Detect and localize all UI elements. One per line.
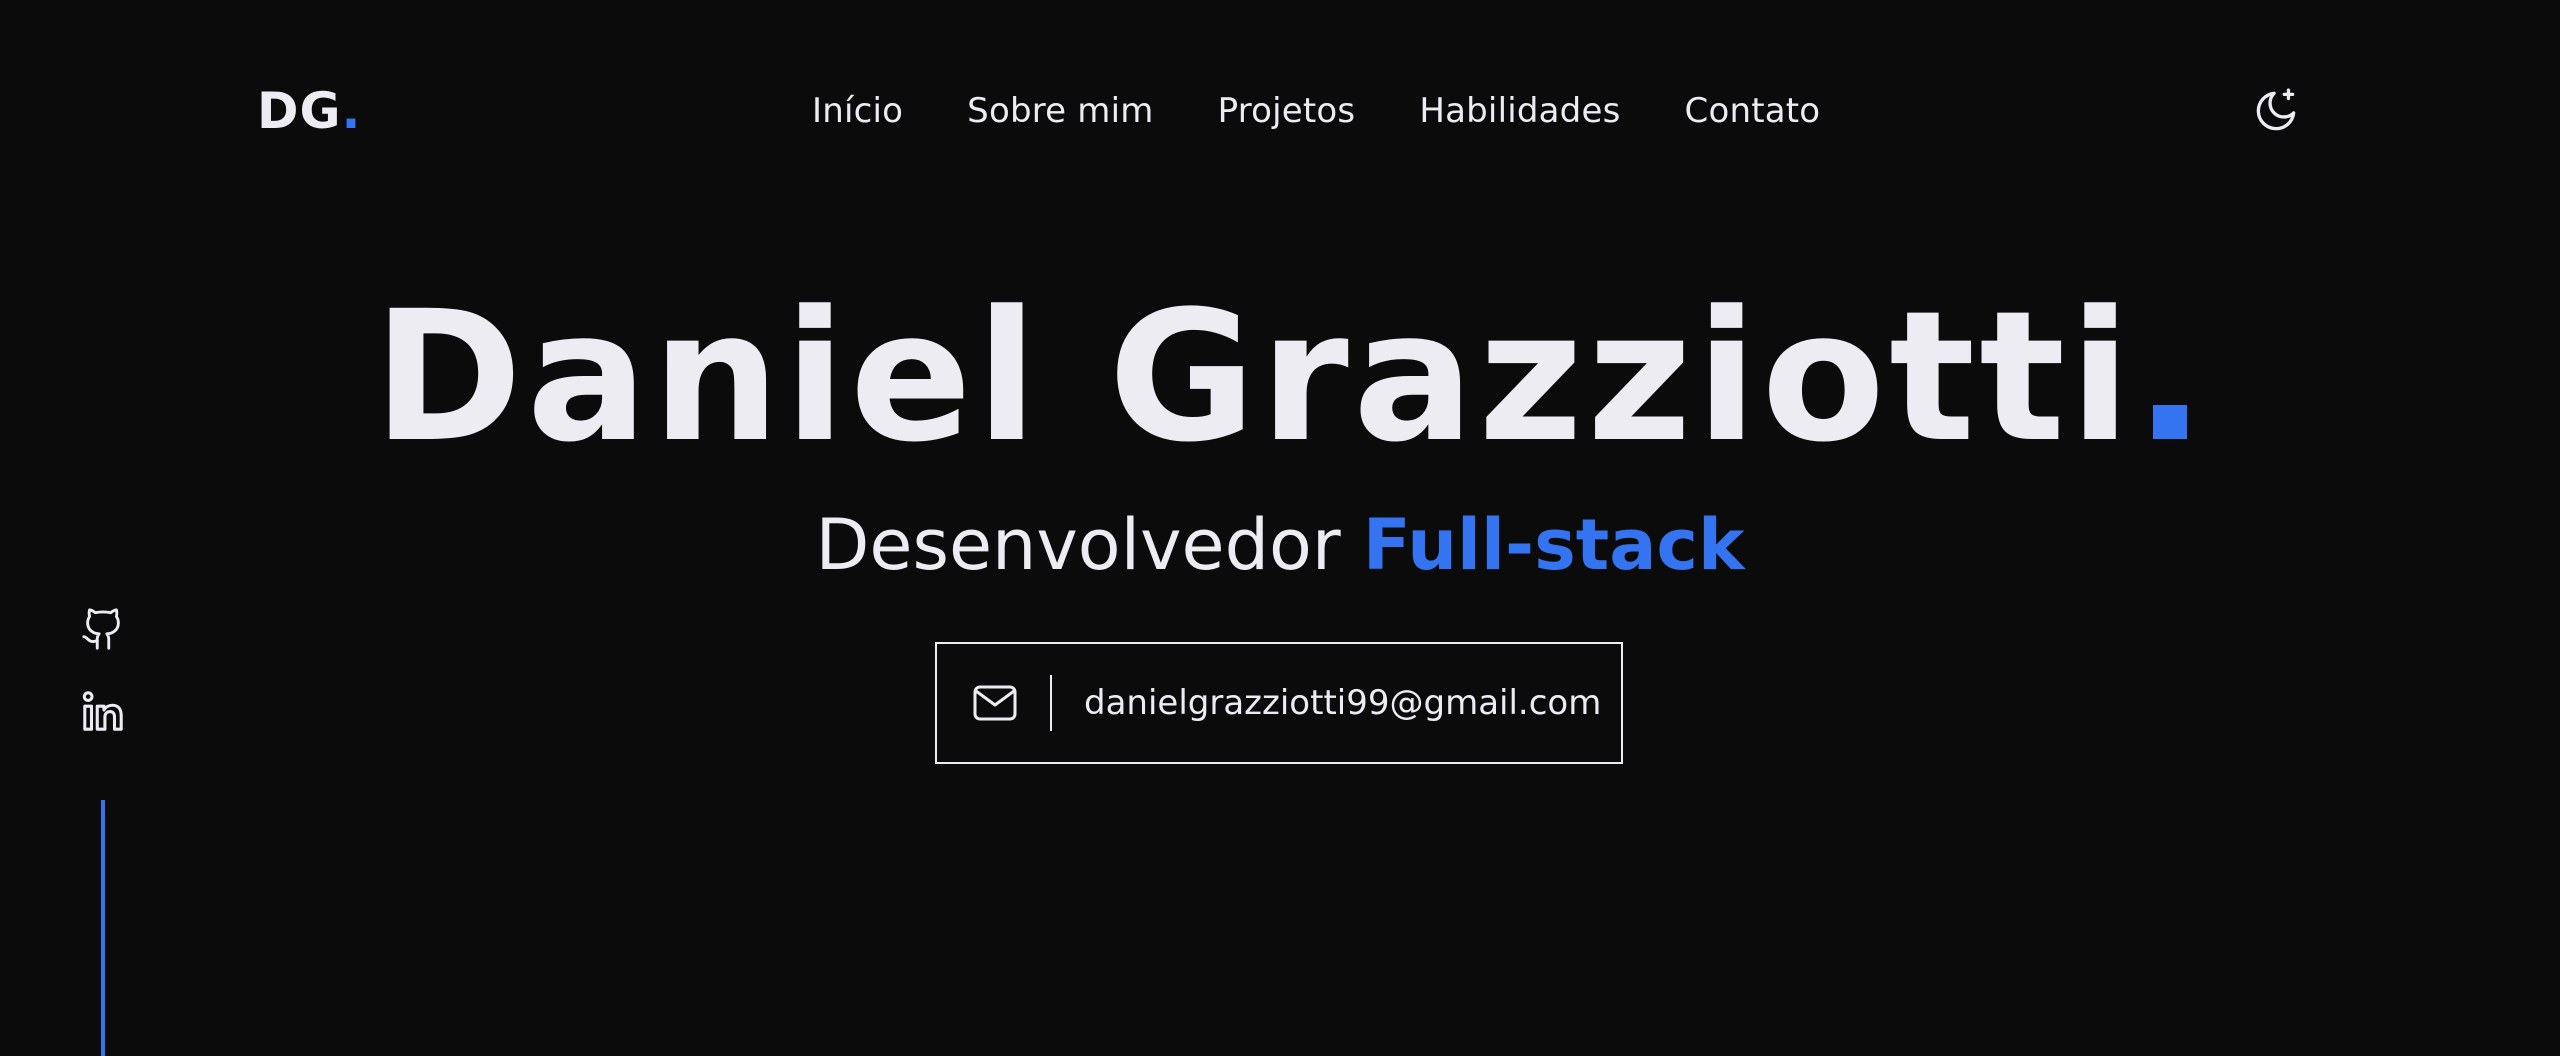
github-icon — [82, 608, 120, 650]
moon-star-icon — [2256, 88, 2296, 131]
email-divider — [1050, 675, 1052, 731]
logo[interactable]: DG. — [257, 76, 362, 146]
hero-name-text: Daniel Grazziotti — [373, 273, 2135, 482]
github-link[interactable] — [80, 606, 126, 652]
hero-role-prefix: Desenvolvedor — [815, 504, 1341, 586]
nav-link-sobre-mim[interactable]: Sobre mim — [967, 86, 1153, 136]
logo-text: DG — [257, 82, 342, 140]
nav-link-inicio[interactable]: Início — [812, 86, 903, 136]
social-divider-line — [101, 800, 105, 1056]
hero-name-dot — [2152, 405, 2187, 439]
nav-link-contato[interactable]: Contato — [1685, 86, 1821, 136]
mail-icon — [973, 685, 1017, 721]
social-links — [80, 606, 126, 770]
theme-toggle-button[interactable] — [2252, 85, 2302, 135]
main-nav: Início Sobre mim Projetos Habilidades Co… — [812, 86, 1820, 136]
hero-name: Daniel Grazziotti — [0, 268, 2560, 488]
hero-role: Desenvolvedor Full-stack — [0, 500, 2560, 590]
hero-role-highlight: Full-stack — [1362, 504, 1745, 586]
page: DG. Início Sobre mim Projetos Habilidade… — [0, 0, 2560, 1056]
email-button[interactable]: danielgrazziotti99@gmail.com — [935, 642, 1623, 764]
email-address: danielgrazziotti99@gmail.com — [1084, 683, 1602, 723]
linkedin-icon — [82, 691, 123, 731]
linkedin-link[interactable] — [80, 688, 126, 734]
logo-dot: . — [341, 82, 362, 140]
nav-link-habilidades[interactable]: Habilidades — [1419, 86, 1620, 136]
nav-link-projetos[interactable]: Projetos — [1218, 86, 1356, 136]
